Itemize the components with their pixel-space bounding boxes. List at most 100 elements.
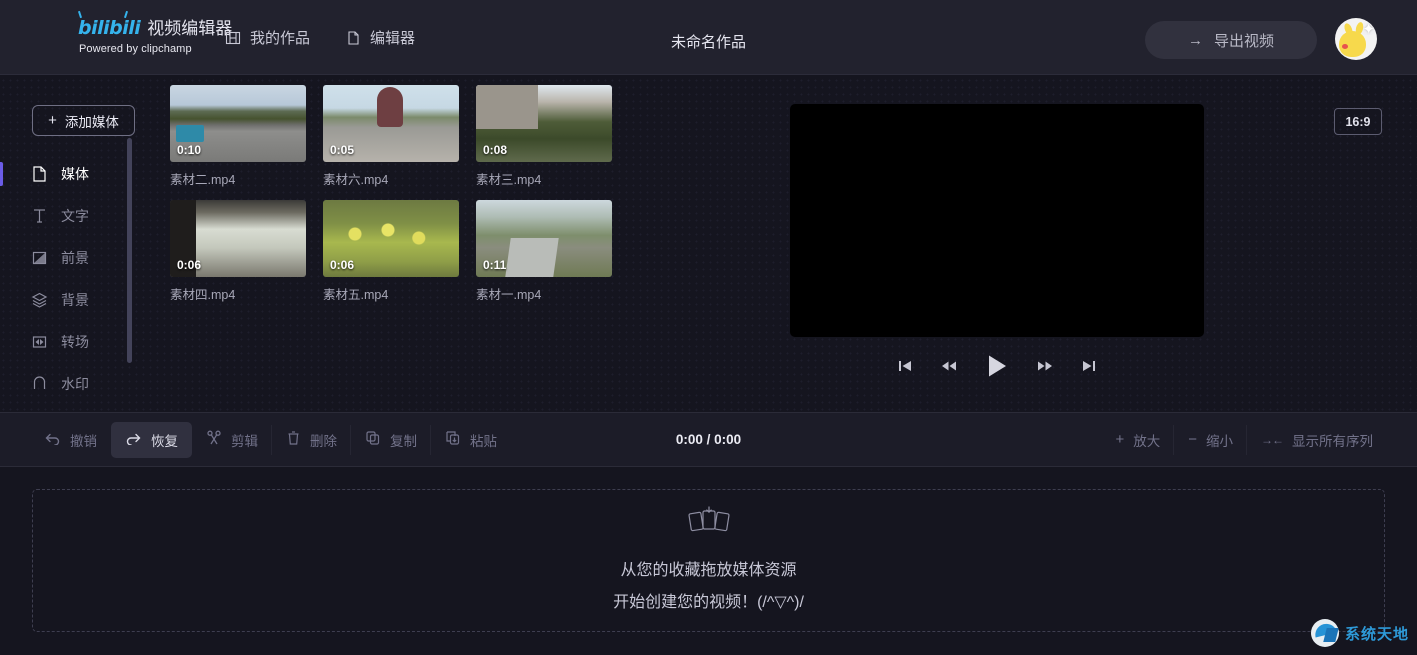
play-icon[interactable] bbox=[985, 353, 1009, 379]
media-thumbnail[interactable]: 0:08 bbox=[476, 85, 612, 162]
media-duration: 0:06 bbox=[330, 258, 355, 272]
undo-button[interactable]: 撤销 bbox=[30, 422, 111, 458]
fit-arrows-icon: →← bbox=[1261, 432, 1284, 447]
sidebar-item-text[interactable]: 文字 bbox=[0, 195, 160, 237]
media-thumbnail[interactable]: 0:06 bbox=[170, 200, 306, 277]
watermark-icon bbox=[31, 375, 48, 393]
sidebar-item-media[interactable]: 媒体 bbox=[0, 153, 160, 195]
header-nav: 我的作品 编辑器 bbox=[225, 27, 415, 48]
redo-icon bbox=[125, 431, 142, 448]
rewind-icon[interactable] bbox=[940, 358, 958, 374]
nav-item-my-works[interactable]: 我的作品 bbox=[225, 27, 310, 48]
main-area: + 添加媒体 媒体 文字 前景 背景 转场 水印 0:10 素材二.mp4 0:… bbox=[0, 75, 1417, 412]
zoom-out-label: 缩小 bbox=[1206, 433, 1233, 449]
media-item[interactable]: 0:10 素材二.mp4 bbox=[170, 85, 306, 188]
skip-to-end-icon[interactable] bbox=[1081, 358, 1097, 374]
media-thumbnail[interactable]: 0:11 bbox=[476, 200, 612, 277]
media-panel: 0:10 素材二.mp4 0:05 素材六.mp4 0:08 素材三.mp4 0… bbox=[160, 75, 780, 412]
minus-icon: − bbox=[1188, 431, 1197, 448]
brand-block: bilibili 视频编辑器 Powered by clipchamp bbox=[78, 14, 232, 55]
media-filename: 素材四.mp4 bbox=[170, 288, 236, 302]
undo-icon bbox=[44, 431, 61, 448]
video-preview-screen[interactable] bbox=[790, 104, 1204, 337]
media-filename: 素材五.mp4 bbox=[323, 288, 389, 302]
scissors-icon bbox=[206, 430, 222, 449]
fast-forward-icon[interactable] bbox=[1036, 358, 1054, 374]
sidebar-item-foreground[interactable]: 前景 bbox=[0, 237, 160, 279]
copy-label: 复制 bbox=[390, 433, 417, 449]
trim-label: 剪辑 bbox=[231, 433, 258, 449]
media-item[interactable]: 0:05 素材六.mp4 bbox=[323, 85, 459, 188]
add-media-label: 添加媒体 bbox=[64, 114, 119, 130]
media-item[interactable]: 0:06 素材五.mp4 bbox=[323, 200, 459, 303]
drop-zone-line-2: 开始创建您的视频！(/^▽^)/ bbox=[613, 593, 804, 611]
media-grid: 0:10 素材二.mp4 0:05 素材六.mp4 0:08 素材三.mp4 0… bbox=[170, 85, 780, 303]
media-item[interactable]: 0:08 素材三.mp4 bbox=[476, 85, 612, 188]
media-cards-icon bbox=[687, 505, 731, 541]
fit-all-label: 显示所有序列 bbox=[1292, 433, 1373, 449]
skip-to-start-icon[interactable] bbox=[897, 358, 913, 374]
media-filename: 素材二.mp4 bbox=[170, 173, 236, 187]
sidebar-item-transition[interactable]: 转场 bbox=[0, 321, 160, 363]
media-thumbnail[interactable]: 0:10 bbox=[170, 85, 306, 162]
media-item[interactable]: 0:06 素材四.mp4 bbox=[170, 200, 306, 303]
sidebar-item-watermark-label: 水印 bbox=[61, 376, 89, 392]
watermark-logo-icon bbox=[1310, 619, 1339, 647]
timeline-area: 从您的收藏拖放媒体资源 开始创建您的视频！(/^▽^)/ 系统天地 bbox=[0, 467, 1417, 655]
media-thumbnail[interactable]: 0:06 bbox=[323, 200, 459, 277]
avatar-cheek bbox=[1342, 44, 1348, 49]
aspect-ratio-badge[interactable]: 16:9 bbox=[1334, 108, 1382, 135]
media-filename: 素材一.mp4 bbox=[476, 288, 542, 302]
layers-icon bbox=[31, 291, 48, 309]
site-watermark: 系统天地 bbox=[1310, 619, 1409, 647]
undo-label: 撤销 bbox=[70, 433, 97, 449]
sidebar-item-text-label: 文字 bbox=[61, 208, 89, 224]
arrow-right-icon: → bbox=[1187, 31, 1203, 49]
sidebar-item-watermark[interactable]: 水印 bbox=[0, 363, 160, 405]
sidebar-item-list: 媒体 文字 前景 背景 转场 水印 bbox=[0, 153, 160, 405]
nav-item-editor-label: 编辑器 bbox=[370, 30, 416, 47]
sidebar-item-transition-label: 转场 bbox=[61, 334, 89, 350]
foreground-icon bbox=[31, 249, 48, 267]
app-header: bilibili 视频编辑器 Powered by clipchamp 我的作品 bbox=[0, 0, 1417, 75]
media-duration: 0:06 bbox=[177, 258, 202, 272]
timeline-drop-zone[interactable]: 从您的收藏拖放媒体资源 开始创建您的视频！(/^▽^)/ bbox=[32, 489, 1385, 632]
zoom-out-button[interactable]: − 缩小 bbox=[1173, 422, 1247, 458]
star-icon: ✦ bbox=[1362, 21, 1375, 38]
sidebar-scrollbar[interactable] bbox=[127, 138, 132, 363]
document-icon bbox=[31, 165, 48, 183]
toolbar-right-group: + 放大 − 缩小 →← 显示所有序列 bbox=[1101, 422, 1387, 458]
sidebar-item-background[interactable]: 背景 bbox=[0, 279, 160, 321]
avatar[interactable]: ✦ bbox=[1335, 18, 1377, 60]
copy-button[interactable]: 复制 bbox=[350, 422, 431, 458]
redo-label: 恢复 bbox=[151, 433, 178, 449]
sidebar-item-foreground-label: 前景 bbox=[61, 250, 89, 266]
zoom-in-button[interactable]: + 放大 bbox=[1101, 422, 1174, 458]
paste-button[interactable]: 粘贴 bbox=[430, 422, 511, 458]
media-item[interactable]: 0:11 素材一.mp4 bbox=[476, 200, 612, 303]
nav-item-editor[interactable]: 编辑器 bbox=[346, 27, 415, 48]
media-filename: 素材六.mp4 bbox=[323, 173, 389, 187]
transition-icon bbox=[31, 333, 48, 351]
media-duration: 0:10 bbox=[177, 143, 202, 157]
toolbar-left-group: 撤销 恢复 剪辑 删除 复制 粘贴 bbox=[30, 421, 511, 458]
bilibili-logo: bilibili bbox=[78, 17, 141, 39]
export-video-label: 导出视频 bbox=[1213, 32, 1274, 50]
delete-label: 删除 bbox=[310, 433, 337, 449]
media-thumbnail[interactable]: 0:05 bbox=[323, 85, 459, 162]
trim-button[interactable]: 剪辑 bbox=[192, 422, 272, 458]
media-duration: 0:05 bbox=[330, 143, 355, 157]
media-filename: 素材三.mp4 bbox=[476, 173, 542, 187]
nav-item-my-works-label: 我的作品 bbox=[250, 30, 311, 47]
add-media-button[interactable]: + 添加媒体 bbox=[32, 105, 135, 136]
plus-icon: + bbox=[48, 112, 57, 129]
delete-button[interactable]: 删除 bbox=[271, 422, 351, 458]
copy-icon bbox=[365, 430, 381, 449]
filmstrip-icon bbox=[225, 30, 241, 46]
watermark-text: 系统天地 bbox=[1344, 625, 1409, 643]
app-title: 视频编辑器 bbox=[147, 19, 233, 38]
export-video-button[interactable]: → 导出视频 bbox=[1145, 21, 1317, 59]
text-icon bbox=[31, 207, 48, 225]
fit-all-button[interactable]: →← 显示所有序列 bbox=[1246, 422, 1387, 458]
redo-button[interactable]: 恢复 bbox=[111, 421, 192, 458]
